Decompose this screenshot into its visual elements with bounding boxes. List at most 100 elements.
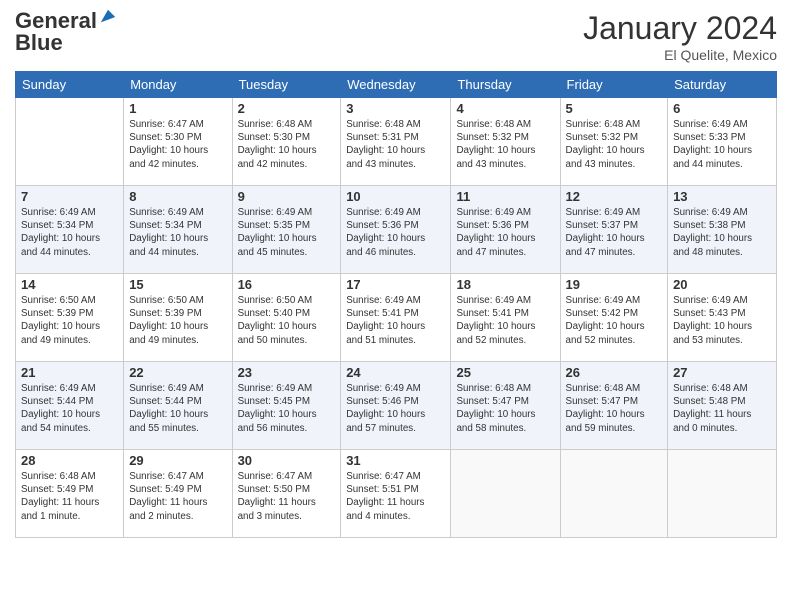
day-info: Sunrise: 6:48 AM Sunset: 5:31 PM Dayligh… [346, 118, 445, 171]
day-number: 28 [21, 453, 118, 468]
day-info: Sunrise: 6:48 AM Sunset: 5:32 PM Dayligh… [456, 118, 554, 171]
header-friday: Friday [560, 72, 668, 98]
day-number: 20 [673, 277, 771, 292]
table-row: 9 Sunrise: 6:49 AM Sunset: 5:35 PM Daylig… [232, 186, 341, 274]
header-monday: Monday [124, 72, 232, 98]
day-info: Sunrise: 6:48 AM Sunset: 5:47 PM Dayligh… [456, 382, 554, 435]
day-info: Sunrise: 6:49 AM Sunset: 5:36 PM Dayligh… [346, 206, 445, 259]
table-row: 28Sunrise: 6:48 AM Sunset: 5:49 PM Dayli… [16, 450, 124, 538]
day-info: Sunrise: 6:49 AM Sunset: 5:38 PM Dayligh… [673, 206, 771, 259]
day-info: Sunrise: 6:49 AM Sunset: 5:34 PM Dayligh… [21, 206, 118, 259]
day-number: 16 [238, 277, 336, 292]
logo-icon [99, 8, 117, 26]
day-number: 22 [129, 365, 226, 380]
day-number: 9 [238, 189, 336, 204]
table-row: 6Sunrise: 6:49 AM Sunset: 5:33 PM Daylig… [668, 98, 777, 186]
day-info: Sunrise: 6:48 AM Sunset: 5:30 PM Dayligh… [238, 118, 336, 171]
day-info: Sunrise: 6:49 AM Sunset: 5:34 PM Dayligh… [129, 206, 226, 259]
table-row: 20 Sunrise: 6:49 AM Sunset: 5:43 PM Dayli… [668, 274, 777, 362]
calendar-week-row: 21Sunrise: 6:49 AM Sunset: 5:44 PM Dayli… [16, 362, 777, 450]
day-info: Sunrise: 6:49 AM Sunset: 5:37 PM Dayligh… [566, 206, 663, 259]
day-info: Sunrise: 6:49 AM Sunset: 5:46 PM Dayligh… [346, 382, 445, 435]
table-row: 5 Sunrise: 6:48 AM Sunset: 5:32 PM Daylig… [560, 98, 668, 186]
table-row: 13 Sunrise: 6:49 AM Sunset: 5:38 PM Dayli… [668, 186, 777, 274]
day-info: Sunrise: 6:49 AM Sunset: 5:42 PM Dayligh… [566, 294, 663, 347]
table-row [668, 450, 777, 538]
day-info: Sunrise: 6:49 AM Sunset: 5:36 PM Dayligh… [456, 206, 554, 259]
table-row: 31 Sunrise: 6:47 AM Sunset: 5:51 PM Dayli… [341, 450, 451, 538]
table-row: 1 Sunrise: 6:47 AM Sunset: 5:30 PM Daylig… [124, 98, 232, 186]
table-row: 30 Sunrise: 6:47 AM Sunset: 5:50 PM Dayli… [232, 450, 341, 538]
logo: General Blue [15, 10, 117, 55]
header-saturday: Saturday [668, 72, 777, 98]
day-info: Sunrise: 6:48 AM Sunset: 5:48 PM Dayligh… [673, 382, 771, 435]
day-number: 29 [129, 453, 226, 468]
day-info: Sunrise: 6:47 AM Sunset: 5:49 PM Dayligh… [129, 470, 226, 523]
table-row: 23 Sunrise: 6:49 AM Sunset: 5:45 PM Dayli… [232, 362, 341, 450]
day-number: 5 [566, 101, 663, 116]
header-wednesday: Wednesday [341, 72, 451, 98]
table-row: 15 Sunrise: 6:50 AM Sunset: 5:39 PM Dayli… [124, 274, 232, 362]
day-info: Sunrise: 6:50 AM Sunset: 5:39 PM Dayligh… [21, 294, 118, 347]
table-row: 22 Sunrise: 6:49 AM Sunset: 5:44 PM Dayli… [124, 362, 232, 450]
day-info: Sunrise: 6:49 AM Sunset: 5:43 PM Dayligh… [673, 294, 771, 347]
month-title: January 2024 [583, 10, 777, 47]
day-number: 15 [129, 277, 226, 292]
day-number: 23 [238, 365, 336, 380]
day-number: 13 [673, 189, 771, 204]
day-info: Sunrise: 6:50 AM Sunset: 5:39 PM Dayligh… [129, 294, 226, 347]
day-info: Sunrise: 6:49 AM Sunset: 5:41 PM Dayligh… [456, 294, 554, 347]
table-row: 14Sunrise: 6:50 AM Sunset: 5:39 PM Dayli… [16, 274, 124, 362]
page: General Blue January 2024 El Quelite, Me… [0, 0, 792, 612]
day-number: 6 [673, 101, 771, 116]
day-number: 1 [129, 101, 226, 116]
day-number: 8 [129, 189, 226, 204]
day-info: Sunrise: 6:48 AM Sunset: 5:32 PM Dayligh… [566, 118, 663, 171]
table-row: 7 Sunrise: 6:49 AM Sunset: 5:34 PM Daylig… [16, 186, 124, 274]
calendar-header-row: Sunday Monday Tuesday Wednesday Thursday… [16, 72, 777, 98]
logo-text-blue: Blue [15, 30, 63, 55]
day-info: Sunrise: 6:50 AM Sunset: 5:40 PM Dayligh… [238, 294, 336, 347]
day-info: Sunrise: 6:47 AM Sunset: 5:30 PM Dayligh… [129, 118, 226, 171]
day-info: Sunrise: 6:49 AM Sunset: 5:44 PM Dayligh… [129, 382, 226, 435]
day-number: 25 [456, 365, 554, 380]
day-number: 30 [238, 453, 336, 468]
calendar-week-row: 28Sunrise: 6:48 AM Sunset: 5:49 PM Dayli… [16, 450, 777, 538]
day-number: 3 [346, 101, 445, 116]
calendar-week-row: 7 Sunrise: 6:49 AM Sunset: 5:34 PM Daylig… [16, 186, 777, 274]
day-info: Sunrise: 6:49 AM Sunset: 5:41 PM Dayligh… [346, 294, 445, 347]
table-row: 3 Sunrise: 6:48 AM Sunset: 5:31 PM Daylig… [341, 98, 451, 186]
day-info: Sunrise: 6:49 AM Sunset: 5:44 PM Dayligh… [21, 382, 118, 435]
day-info: Sunrise: 6:49 AM Sunset: 5:45 PM Dayligh… [238, 382, 336, 435]
table-row: 8 Sunrise: 6:49 AM Sunset: 5:34 PM Daylig… [124, 186, 232, 274]
header: General Blue January 2024 El Quelite, Me… [15, 10, 777, 63]
day-number: 17 [346, 277, 445, 292]
table-row: 2 Sunrise: 6:48 AM Sunset: 5:30 PM Daylig… [232, 98, 341, 186]
calendar-week-row: 1 Sunrise: 6:47 AM Sunset: 5:30 PM Daylig… [16, 98, 777, 186]
calendar-week-row: 14Sunrise: 6:50 AM Sunset: 5:39 PM Dayli… [16, 274, 777, 362]
day-number: 7 [21, 189, 118, 204]
table-row: 17 Sunrise: 6:49 AM Sunset: 5:41 PM Dayli… [341, 274, 451, 362]
header-thursday: Thursday [451, 72, 560, 98]
title-area: January 2024 El Quelite, Mexico [583, 10, 777, 63]
table-row: 29 Sunrise: 6:47 AM Sunset: 5:49 PM Dayli… [124, 450, 232, 538]
table-row: 27 Sunrise: 6:48 AM Sunset: 5:48 PM Dayli… [668, 362, 777, 450]
logo-text: General [15, 10, 97, 32]
day-number: 18 [456, 277, 554, 292]
table-row [560, 450, 668, 538]
day-number: 11 [456, 189, 554, 204]
table-row: 16 Sunrise: 6:50 AM Sunset: 5:40 PM Dayli… [232, 274, 341, 362]
location: El Quelite, Mexico [583, 47, 777, 63]
day-info: Sunrise: 6:47 AM Sunset: 5:51 PM Dayligh… [346, 470, 445, 523]
day-number: 31 [346, 453, 445, 468]
day-number: 4 [456, 101, 554, 116]
day-info: Sunrise: 6:48 AM Sunset: 5:47 PM Dayligh… [566, 382, 663, 435]
table-row: 18 Sunrise: 6:49 AM Sunset: 5:41 PM Dayli… [451, 274, 560, 362]
day-info: Sunrise: 6:47 AM Sunset: 5:50 PM Dayligh… [238, 470, 336, 523]
day-number: 2 [238, 101, 336, 116]
table-row: 19Sunrise: 6:49 AM Sunset: 5:42 PM Dayli… [560, 274, 668, 362]
day-info: Sunrise: 6:49 AM Sunset: 5:35 PM Dayligh… [238, 206, 336, 259]
day-number: 27 [673, 365, 771, 380]
header-sunday: Sunday [16, 72, 124, 98]
table-row: 11 Sunrise: 6:49 AM Sunset: 5:36 PM Dayli… [451, 186, 560, 274]
